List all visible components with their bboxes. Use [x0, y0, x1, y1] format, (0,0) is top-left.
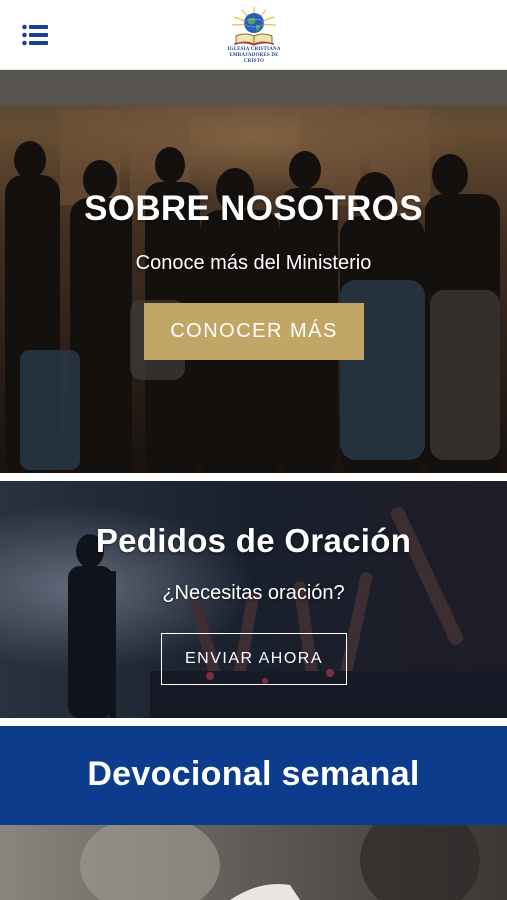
app-header: IGLESIA CRISTIANA EMBAJADORES DE CRISTO — [0, 0, 507, 70]
about-us-hero: SOBRE NOSOTROS Conoce más del Ministerio… — [0, 70, 507, 473]
logo-text: IGLESIA CRISTIANA EMBAJADORES DE CRISTO — [222, 47, 286, 65]
prayer-subtitle: ¿Necesitas oración? — [162, 582, 345, 604]
church-logo[interactable]: IGLESIA CRISTIANA EMBAJADORES DE CRISTO — [222, 6, 286, 64]
hamburger-menu-icon[interactable] — [22, 24, 48, 46]
devotional-title: Devocional semanal — [87, 755, 420, 793]
section-divider — [0, 718, 507, 726]
hero-subtitle: Conoce más del Ministerio — [135, 252, 372, 274]
hero-title: SOBRE NOSOTROS — [84, 189, 423, 228]
section-divider — [0, 473, 507, 481]
prayer-requests-section: Pedidos de Oración ¿Necesitas oración? E… — [0, 481, 507, 718]
logo-line-2: EMBAJADORES DE CRISTO — [229, 53, 279, 64]
devotional-image — [0, 825, 507, 900]
send-now-button[interactable]: ENVIAR AHORA — [161, 633, 347, 685]
globe-bible-logo-icon — [231, 7, 277, 46]
weekly-devotional-banner[interactable]: Devocional semanal — [0, 726, 507, 825]
learn-more-button[interactable]: CONOCER MÁS — [144, 303, 364, 360]
prayer-title: Pedidos de Oración — [95, 522, 412, 559]
devotional-photo[interactable] — [0, 825, 507, 900]
